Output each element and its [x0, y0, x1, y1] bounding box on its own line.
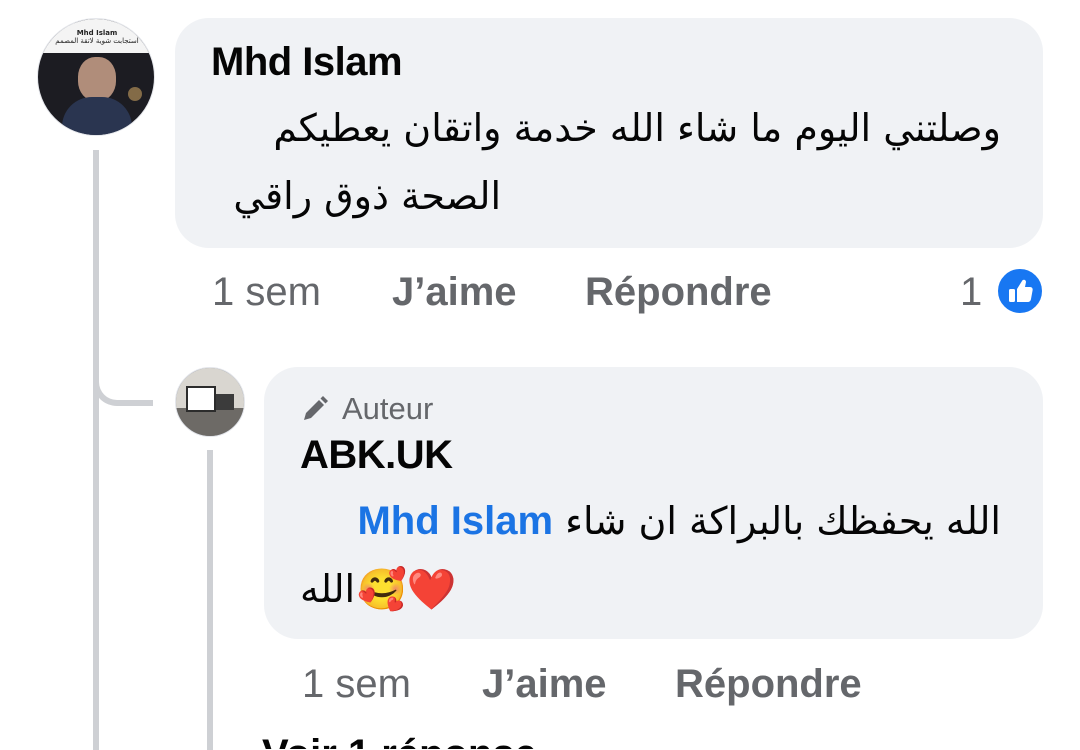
- reply-bubble: Auteur ABK.UK الله يحفظك بالبراكة ان شاء…: [264, 367, 1043, 639]
- thread-line-branch: [93, 300, 153, 406]
- avatar-caption: Mhd Islam استجابت شوية لاتقة المصمم: [52, 29, 142, 45]
- comment-reply-button[interactable]: Répondre: [585, 270, 772, 315]
- avatar-room-shelf: [216, 394, 234, 410]
- avatar-photo-body: [62, 97, 132, 135]
- comment-bubble: Mhd Islam وصلتني اليوم ما شاء الله خدمة …: [175, 18, 1043, 248]
- avatar-photo-light: [128, 87, 142, 101]
- reply-author[interactable]: ABK.UK: [300, 433, 453, 478]
- avatar-caption-top: Mhd Islam: [76, 29, 118, 37]
- emoji-reaction-text: 🥰❤️: [357, 566, 457, 613]
- thread-line-reply: [207, 450, 213, 750]
- reply-author-avatar[interactable]: [175, 367, 245, 437]
- reply-text-line1: الله يحفظك بالبراكة ان شاء Mhd Islam: [281, 493, 1001, 549]
- pencil-icon: [300, 394, 330, 424]
- avatar-caption-bottom: استجابت شوية لاتقة المصمم: [55, 37, 139, 45]
- reply-text-word: الله: [300, 567, 356, 611]
- reply-time[interactable]: 1 sem: [302, 662, 411, 707]
- comment-time[interactable]: 1 sem: [212, 270, 321, 315]
- reaction-count[interactable]: 1: [960, 270, 982, 315]
- comment-text-line1: وصلتني اليوم ما شاء الله خدمة واتقان يعط…: [273, 106, 1001, 150]
- avatar-room-furniture: [186, 386, 216, 412]
- view-replies-text: Voir 1 réponse: [262, 734, 537, 749]
- avatar-room-floor: [176, 408, 244, 436]
- reply-reply-button[interactable]: Répondre: [675, 662, 862, 707]
- mention-link[interactable]: Mhd Islam: [357, 499, 553, 543]
- reply-like-button[interactable]: J’aime: [482, 662, 607, 707]
- comment-text-line2: الصحة ذوق راقي: [233, 174, 501, 218]
- comment-like-button[interactable]: J’aime: [392, 270, 517, 315]
- reply-text-before-mention: الله يحفظك بالبراكة ان شاء: [565, 499, 1001, 543]
- view-replies-link[interactable]: Voir 1 réponse: [262, 734, 537, 749]
- commenter-avatar[interactable]: Mhd Islam استجابت شوية لاتقة المصمم: [37, 18, 155, 136]
- thread-line-main: [93, 150, 99, 750]
- comment-author[interactable]: Mhd Islam: [211, 40, 403, 85]
- like-reaction-icon[interactable]: [996, 267, 1044, 315]
- avatar-photo-head: [78, 57, 116, 101]
- author-badge-label: Auteur: [342, 391, 434, 426]
- author-badge: Auteur: [300, 389, 433, 429]
- reply-text-line2: الله 🥰❤️: [300, 559, 457, 619]
